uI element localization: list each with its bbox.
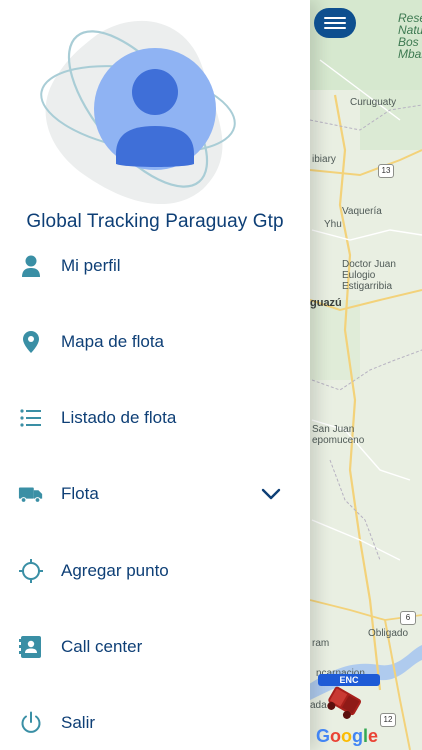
menu-item-mi-perfil[interactable]: Mi perfil: [0, 240, 310, 292]
menu-item-flota[interactable]: Flota: [0, 468, 310, 520]
menu-item-call-center[interactable]: Call center: [0, 621, 310, 673]
vehicle-marker[interactable]: ENC: [318, 674, 380, 724]
map-label-ibiary: ibiary: [312, 154, 336, 165]
power-icon: [18, 710, 44, 736]
truck-marker-icon: [327, 686, 362, 719]
map-label-ram: ram: [312, 638, 330, 649]
map-label-obligado: Obligado: [368, 628, 409, 639]
menu-label: Agregar punto: [61, 561, 169, 580]
menu-label: Salir: [61, 713, 96, 732]
route-13-badge: 13: [378, 164, 394, 178]
menu-item-salir[interactable]: Salir: [0, 697, 310, 749]
hamburger-line: [324, 17, 346, 19]
menu-item-mapa-de-flota[interactable]: Mapa de flota: [0, 316, 310, 368]
menu-item-listado-de-flota[interactable]: Listado de flota: [0, 392, 310, 444]
contact-card-icon: [18, 634, 44, 660]
person-icon: [18, 253, 44, 279]
hamburger-menu-button[interactable]: [314, 8, 356, 38]
list-icon: [18, 405, 44, 431]
menu-label: Listado de flota: [61, 408, 177, 427]
hamburger-line: [324, 22, 346, 24]
location-pin-icon: [18, 329, 44, 355]
crosshair-icon: [18, 558, 44, 584]
map-label-reserva: Rese Natur Bos Mbara: [398, 11, 422, 61]
truck-icon: [18, 481, 44, 507]
google-logo: Google: [316, 726, 379, 746]
hamburger-line: [324, 27, 346, 29]
route-6-badge: 6: [400, 611, 416, 625]
map-label-yhu: Yhu: [324, 219, 342, 230]
map-label-curuguaty: Curuguaty: [350, 97, 397, 108]
company-name: Global Tracking Paraguay Gtp: [26, 211, 284, 232]
map-label-san-juan: San Juan epomuceno: [312, 424, 365, 446]
menu-label: Call center: [61, 637, 143, 656]
menu-label: Mi perfil: [61, 256, 121, 275]
chevron-down-icon[interactable]: [260, 485, 282, 503]
navigation-drawer: Global Tracking Paraguay Gtp Mi perfil M…: [0, 0, 310, 750]
menu-label: Flota: [61, 484, 99, 503]
map-label-vaqueria: Vaquería: [342, 206, 382, 217]
menu-item-agregar-punto[interactable]: Agregar punto: [0, 545, 310, 597]
menu-label: Mapa de flota: [61, 332, 165, 351]
map-label-doctor-juan: Doctor Juan Eulogio Estigarribia: [342, 259, 396, 292]
route-12-badge: 12: [380, 713, 396, 727]
map-label-guazu: guazú: [310, 297, 342, 309]
profile-avatar-illustration: [40, 20, 236, 204]
